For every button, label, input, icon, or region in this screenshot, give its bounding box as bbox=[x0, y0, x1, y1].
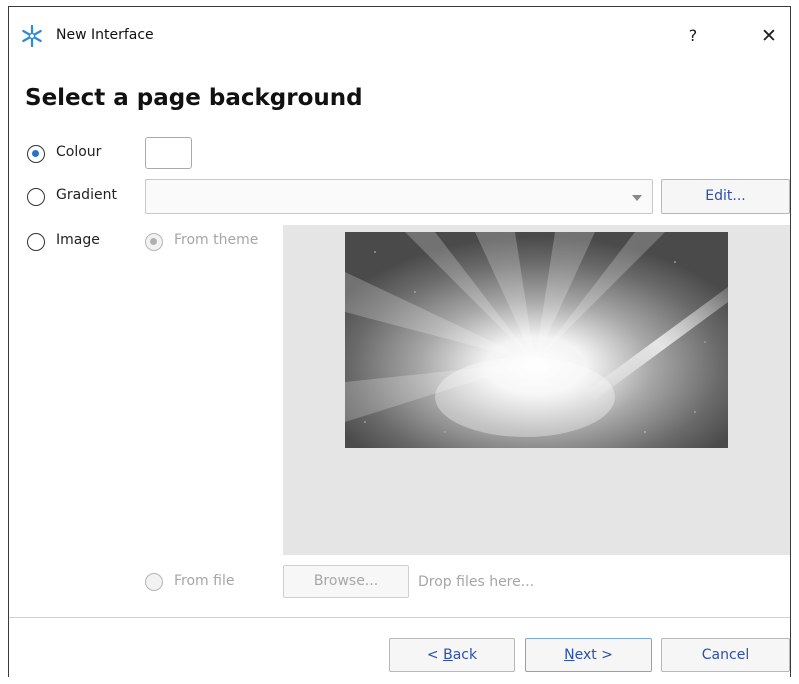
edit-gradient-button[interactable]: Edit... bbox=[661, 179, 790, 214]
new-interface-dialog: New Interface ? ✕ Select a page backgrou… bbox=[8, 6, 791, 677]
page-heading: Select a page background bbox=[25, 85, 363, 111]
back-button-rest: ack bbox=[452, 647, 478, 663]
next-button-accesskey: N bbox=[564, 647, 575, 663]
colour-label[interactable]: Colour bbox=[56, 144, 101, 160]
drop-files-hint: Drop files here... bbox=[418, 574, 535, 590]
browse-button[interactable]: Browse... bbox=[283, 565, 409, 598]
title-bar: New Interface ? ✕ bbox=[9, 7, 790, 65]
back-button-accesskey: B bbox=[443, 647, 453, 663]
gradient-label[interactable]: Gradient bbox=[56, 187, 117, 203]
back-button[interactable]: < Back bbox=[389, 638, 515, 672]
theme-preview-panel bbox=[283, 225, 790, 555]
from-theme-radio[interactable] bbox=[145, 233, 163, 251]
close-button[interactable]: ✕ bbox=[757, 24, 781, 48]
app-snowflake-icon bbox=[22, 25, 42, 47]
colour-radio[interactable] bbox=[27, 145, 45, 163]
from-theme-label[interactable]: From theme bbox=[174, 232, 258, 248]
gradient-dropdown[interactable] bbox=[145, 179, 653, 214]
next-button[interactable]: Next > bbox=[525, 638, 652, 672]
window-title: New Interface bbox=[56, 27, 154, 43]
from-file-radio[interactable] bbox=[145, 573, 163, 591]
theme-preview-image[interactable] bbox=[345, 232, 728, 448]
help-button[interactable]: ? bbox=[685, 24, 701, 48]
colour-swatch-button[interactable] bbox=[145, 137, 192, 169]
gradient-radio[interactable] bbox=[27, 188, 45, 206]
from-file-label[interactable]: From file bbox=[174, 573, 234, 589]
dropdown-arrow-icon bbox=[632, 195, 642, 201]
image-label[interactable]: Image bbox=[56, 232, 100, 248]
image-radio[interactable] bbox=[27, 233, 45, 251]
back-button-prefix: < bbox=[426, 647, 444, 663]
cancel-button[interactable]: Cancel bbox=[661, 638, 790, 672]
next-button-rest: ext > bbox=[574, 647, 613, 663]
footer-divider bbox=[9, 617, 790, 618]
